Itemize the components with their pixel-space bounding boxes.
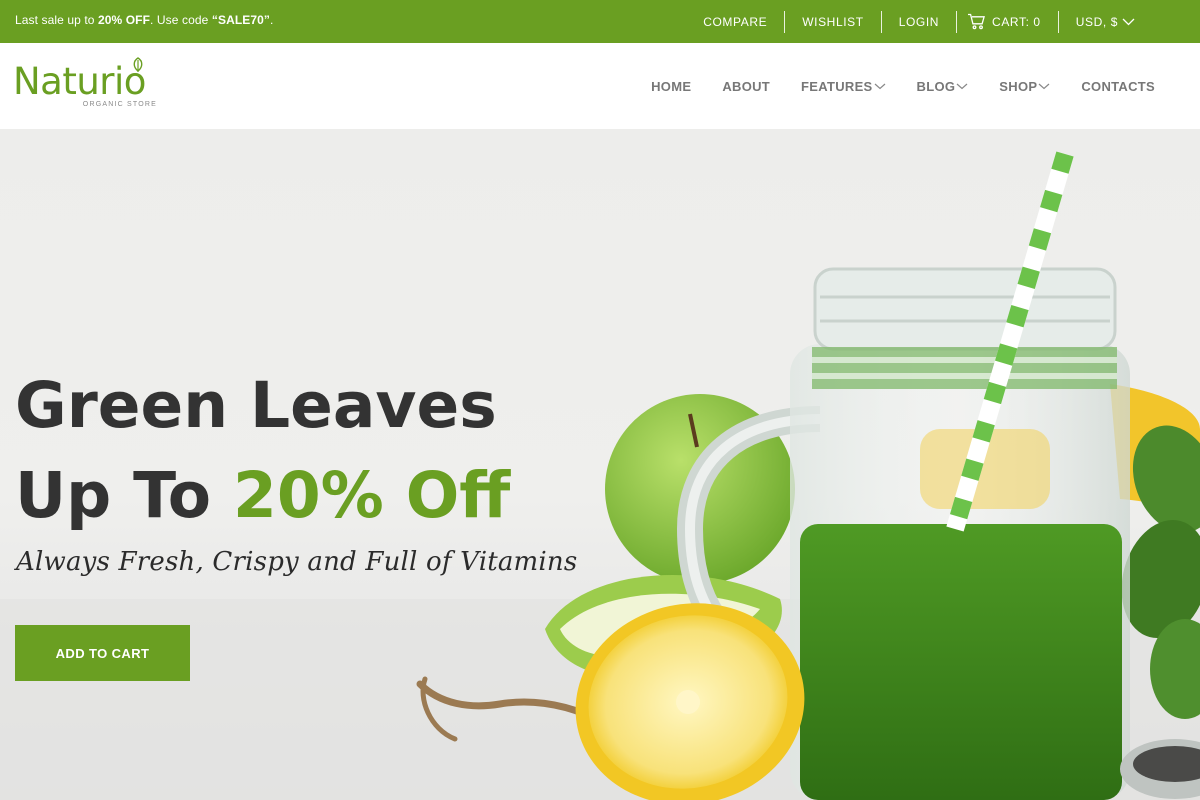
nav-contacts[interactable]: CONTACTS (1081, 79, 1155, 94)
chevron-down-icon (1038, 83, 1050, 89)
login-label: LOGIN (898, 14, 940, 29)
headline-accent: 20% Off (233, 459, 511, 532)
nav-shop[interactable]: SHOP (999, 79, 1050, 94)
top-bar: Last sale up to 20% OFF. Use code “SALE7… (0, 0, 1200, 43)
nav-contacts-label: CONTACTS (1081, 78, 1155, 94)
logo[interactable]: Naturio ORGANIC STORE (13, 57, 163, 115)
wishlist-link[interactable]: WISHLIST (784, 10, 880, 33)
chevron-down-icon (956, 83, 968, 89)
promo-text: Last sale up to 20% OFF. Use code “SALE7… (15, 13, 273, 27)
nav-blog[interactable]: BLOG (917, 79, 969, 94)
nav-home[interactable]: HOME (651, 79, 691, 94)
compare-link[interactable]: COMPARE (686, 11, 784, 33)
headline-line1: Green Leaves (15, 369, 497, 442)
currency-label: USD, $ (1075, 14, 1118, 29)
promo-middle: . Use code (150, 13, 212, 27)
top-links: COMPARE WISHLIST LOGIN CART: 0 USD, $ (686, 0, 1152, 43)
login-link[interactable]: LOGIN (880, 10, 956, 33)
cart-link[interactable]: CART: 0 (956, 10, 1058, 33)
promo-discount: 20% OFF (98, 13, 151, 27)
hero-headline: Green Leaves Up To 20% Off (15, 361, 510, 541)
cart-icon (968, 13, 986, 30)
add-to-cart-button[interactable]: ADD TO CART (15, 625, 190, 681)
nav-home-label: HOME (651, 78, 692, 94)
compare-label: COMPARE (703, 14, 768, 29)
logo-name: Naturio (13, 60, 146, 103)
main-nav: HOME ABOUT FEATURES BLOG SHOP CONTACTS (651, 43, 1155, 129)
chevron-down-icon (1122, 18, 1135, 25)
cart-label: CART: 0 (992, 14, 1041, 29)
hero-banner: Green Leaves Up To 20% Off Always Fresh,… (0, 129, 1200, 800)
nav-features-label: FEATURES (801, 78, 873, 94)
leaf-icon (133, 57, 143, 72)
logo-tagline: ORGANIC STORE (82, 101, 157, 108)
currency-selector[interactable]: USD, $ (1057, 10, 1152, 33)
chevron-down-icon (874, 83, 885, 89)
nav-about-label: ABOUT (722, 78, 771, 94)
headline-line2-prefix: Up To (15, 459, 234, 532)
nav-blog-label: BLOG (916, 78, 956, 94)
promo-prefix: Last sale up to (15, 13, 98, 27)
wishlist-label: WISHLIST (802, 14, 864, 29)
hero-subline: Always Fresh, Crispy and Full of Vitamin… (16, 547, 578, 577)
nav-shop-label: SHOP (999, 78, 1038, 94)
promo-code: “SALE70” (211, 13, 271, 27)
promo-suffix: . (270, 13, 274, 27)
site-header: Naturio ORGANIC STORE HOME ABOUT FEATURE… (0, 43, 1200, 129)
nav-features[interactable]: FEATURES (801, 79, 886, 94)
nav-about[interactable]: ABOUT (722, 79, 770, 94)
